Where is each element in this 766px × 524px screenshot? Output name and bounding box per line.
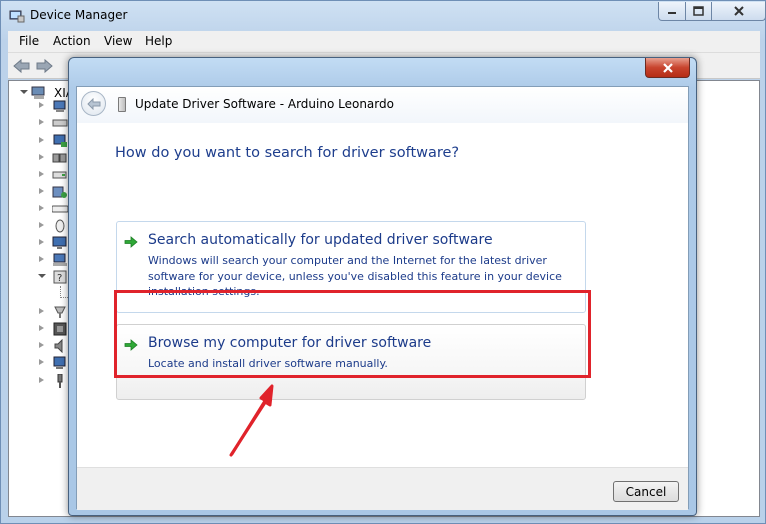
port-icon[interactable] [52,305,68,319]
menu-file[interactable]: File [19,34,39,48]
device-manager-icon [9,10,25,23]
other-devices-icon[interactable]: ? [52,270,68,284]
window-title: Device Manager [30,8,128,22]
update-driver-dialog: Update Driver Software - Arduino Leonard… [68,57,697,516]
dialog-close-button[interactable] [645,58,690,78]
tree-expand-icon[interactable] [39,188,44,194]
menu-bar: File Action View Help [8,31,760,53]
annotation-highlight-box [114,290,591,378]
maximize-button[interactable] [685,2,712,21]
sound-icon[interactable] [52,339,68,353]
usb-device-icon [118,97,126,112]
device-category-icon[interactable] [52,168,68,182]
menu-view[interactable]: View [104,34,132,48]
monitor-icon[interactable] [52,236,68,250]
device-category-icon[interactable] [52,151,68,165]
back-button[interactable] [81,91,106,116]
close-icon [733,6,744,16]
tree-expand-icon[interactable] [39,137,44,143]
close-button[interactable] [711,2,766,21]
device-category-icon[interactable] [52,116,68,130]
option-title: Search automatically for updated driver … [148,232,493,248]
tree-expand-icon[interactable] [39,154,44,160]
dialog-header: Update Driver Software - Arduino Leonard… [77,87,688,123]
tree-expand-icon[interactable] [38,274,46,281]
tree-connector [60,297,68,298]
tree-expand-icon[interactable] [39,256,44,262]
green-arrow-icon [124,236,138,248]
device-category-icon[interactable] [52,185,68,199]
tree-expand-icon[interactable] [39,239,44,245]
maximize-icon [693,6,704,16]
keyboard-icon[interactable] [52,202,68,216]
computer-icon [31,86,45,99]
back-arrow-icon [86,97,100,110]
dialog-footer: Cancel [77,467,688,510]
cancel-button[interactable]: Cancel [613,481,679,502]
minimize-button[interactable] [658,2,686,21]
tree-expand-icon[interactable] [20,90,28,97]
tree-expand-icon[interactable] [39,205,44,211]
network-icon[interactable] [52,253,68,267]
device-category-icon[interactable] [52,134,68,148]
tree-expand-icon[interactable] [39,342,44,348]
tree-expand-icon[interactable] [39,222,44,228]
tree-expand-icon[interactable] [39,377,44,383]
usb-controller-icon[interactable] [52,374,68,388]
mouse-icon[interactable] [52,219,68,233]
tree-expand-icon[interactable] [39,102,44,108]
title-bar: Device Manager [1,1,766,31]
tree-expand-icon[interactable] [39,171,44,177]
page-heading: How do you want to search for driver sof… [115,145,460,161]
processor-icon[interactable] [52,322,68,336]
menu-help[interactable]: Help [145,34,172,48]
close-icon [662,62,673,73]
device-category-icon[interactable] [52,99,68,113]
tree-expand-icon[interactable] [39,325,44,331]
system-icon[interactable] [52,356,68,370]
back-arrow-icon[interactable] [13,58,31,74]
dialog-title: Update Driver Software - Arduino Leonard… [135,97,394,111]
tree-expand-icon[interactable] [39,359,44,365]
forward-arrow-icon[interactable] [35,58,53,74]
tree-expand-icon[interactable] [39,119,44,125]
menu-action[interactable]: Action [53,34,91,48]
tree-expand-icon[interactable] [39,308,44,314]
svg-text:?: ? [57,273,62,284]
minimize-icon [668,12,676,14]
